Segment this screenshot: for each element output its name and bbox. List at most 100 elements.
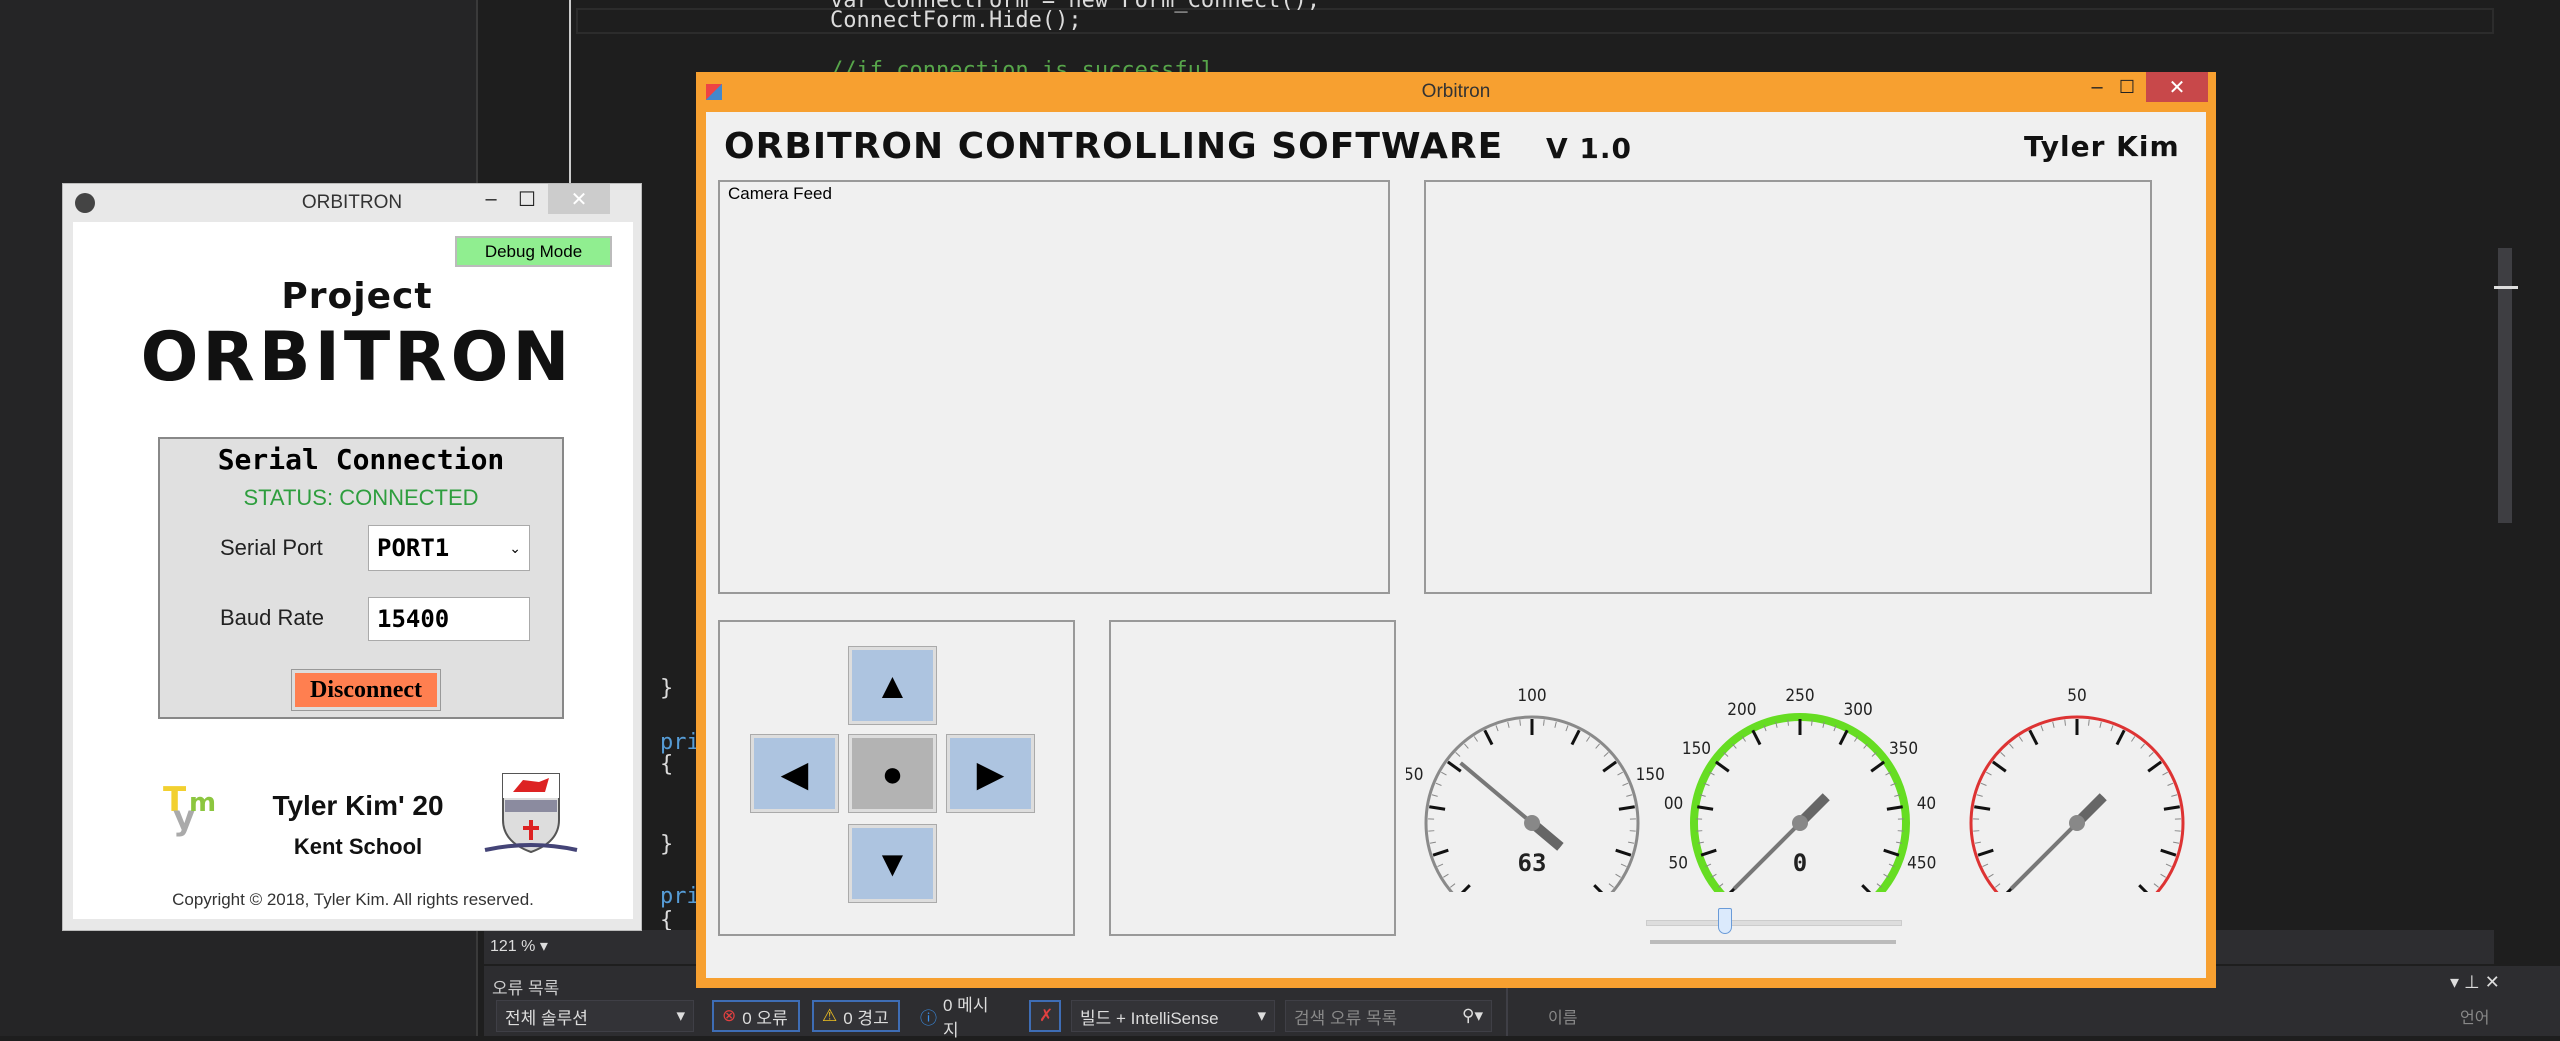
gauge-tick	[1555, 722, 1556, 728]
gauge-tick	[1628, 842, 1634, 843]
maximize-button[interactable]: ☐	[2112, 72, 2142, 102]
slider-thumb[interactable]	[1718, 908, 1732, 934]
gauge-tick	[1871, 762, 1884, 771]
gauge-tick	[1603, 762, 1616, 771]
maximize-button[interactable]: ☐	[509, 184, 545, 214]
error-icon: ⊗	[722, 1006, 736, 1026]
gauge-tick	[1594, 885, 1605, 892]
status-label: STATUS: CONNECTED	[160, 485, 562, 511]
connect-window: ORBITRON ‒ ☐ ✕ Debug Mode Project ORBITR…	[62, 183, 642, 931]
search-placeholder: 검색 오류 목록	[1294, 1004, 1397, 1029]
app-icon	[75, 193, 95, 213]
up-arrow-icon: ▲	[875, 665, 911, 707]
gauge-tick	[1697, 807, 1713, 810]
gauge-tick	[1978, 850, 1993, 855]
up-arrow-button[interactable]: ▲	[849, 647, 936, 724]
gauge-tick	[1464, 744, 1468, 749]
gauge-tick	[1621, 864, 1626, 867]
gauge-tick	[1995, 884, 2000, 888]
right-arrow-button[interactable]: ▶	[947, 735, 1034, 812]
gauge-tick	[1596, 744, 1600, 749]
scope-dropdown[interactable]: 전체 솔루션▾	[496, 1000, 694, 1032]
gauge-tick	[1884, 850, 1899, 855]
gauge-tick	[2154, 884, 2159, 888]
gauge-tick	[1586, 737, 1589, 742]
gauge-tick	[1436, 783, 1442, 785]
gauge-tick	[1716, 762, 1729, 771]
messages-count: 0 메시지	[943, 991, 1004, 1041]
gauge-tick	[1604, 752, 1608, 756]
minimize-button[interactable]: ‒	[473, 184, 509, 214]
build-filter-value: 빌드 + IntelliSense	[1080, 1004, 1219, 1029]
warnings-filter-button[interactable]: ⚠0 경고	[812, 1000, 900, 1032]
serial-port-select[interactable]: PORT1⌄	[368, 525, 530, 571]
errors-count: 0 오류	[742, 1004, 787, 1029]
minimize-button[interactable]: ‒	[2082, 72, 2112, 102]
debug-mode-button[interactable]: Debug Mode	[455, 236, 612, 267]
gauge-tick-label: 00	[1664, 794, 1683, 814]
group-title: Serial Connection	[160, 443, 562, 476]
gauge-tick-label: 100	[1517, 686, 1546, 706]
left-arrow-icon: ◀	[781, 753, 809, 795]
copyright-text: Copyright © 2018, Tyler Kim. All rights …	[73, 890, 633, 910]
gauge-tick	[1443, 874, 1448, 877]
camera-feed-panel: Camera Feed	[718, 180, 1390, 594]
stop-circle-icon: ●	[882, 753, 904, 795]
column-header-name[interactable]: 이름	[1548, 1004, 1577, 1028]
slider-track[interactable]	[1646, 920, 1902, 926]
window-title: ORBITRON	[302, 192, 402, 214]
gauge-power: 05000150200250300350404505000Power	[1664, 686, 1936, 892]
title-bar: ORBITRON ‒ ☐ ✕	[63, 184, 641, 221]
column-header-language[interactable]: 언어	[2460, 1004, 2489, 1028]
zoom-dropdown[interactable]: 121 % ▾	[490, 936, 548, 956]
search-error-input[interactable]: 검색 오류 목록 ⚲▾	[1285, 1000, 1492, 1032]
gauge-tick	[1975, 842, 1981, 843]
app-icon	[706, 84, 722, 100]
gauge-tick-label: 150	[1682, 739, 1711, 759]
baud-rate-label: Baud Rate	[220, 605, 324, 631]
gauge-tick-label: 50	[1406, 765, 1423, 785]
filter-icon[interactable]: ✗	[1029, 1000, 1061, 1032]
down-arrow-button[interactable]: ▼	[849, 825, 936, 902]
version-label: V 1.0	[1546, 132, 1632, 165]
code-fragment: }	[660, 676, 673, 701]
gauge-tick	[1983, 864, 1988, 867]
build-filter-dropdown[interactable]: 빌드 + IntelliSense ▾	[1071, 1000, 1275, 1032]
chevron-down-icon: ▾	[676, 1006, 685, 1026]
stop-button[interactable]: ●	[849, 735, 936, 812]
gauge-tick	[2161, 874, 2166, 877]
gauge-tick	[2030, 730, 2037, 744]
search-icon: ⚲▾	[1462, 1006, 1483, 1026]
messages-filter-button[interactable]: ⓘ0 메시지	[912, 1000, 1012, 1032]
serial-port-label: Serial Port	[220, 535, 323, 561]
display-panel	[1424, 180, 2152, 594]
gauge-tick	[1812, 720, 1813, 726]
gauge-tick	[1993, 762, 2006, 771]
gauge-tick	[2089, 720, 2090, 726]
left-arrow-button[interactable]: ◀	[751, 735, 838, 812]
chevron-down-icon: ▾	[1257, 1006, 1266, 1026]
orbitron-main-window: Orbitron ‒ ☐ ✕ ORBITRON CONTROLLING SOFT…	[696, 72, 2216, 988]
gauge-tick	[1981, 783, 1987, 785]
error-list-title: 오류 목록	[492, 974, 559, 999]
auxiliary-panel	[1109, 620, 1396, 936]
scrollbar-thumb[interactable]	[2498, 248, 2512, 523]
gauge-tick	[2149, 752, 2153, 756]
close-button[interactable]: ✕	[2146, 72, 2208, 102]
window-title: Orbitron	[1422, 81, 1491, 103]
gauge-tick	[1450, 884, 1455, 888]
pane-controls[interactable]: ▾ ⊥ ✕	[2450, 972, 2500, 993]
gauge-tick-label: 350	[1889, 739, 1918, 759]
baud-rate-input[interactable]: 15400	[368, 597, 530, 641]
errors-filter-button[interactable]: ⊗ 0 오류	[712, 1000, 800, 1032]
gauge-tick-label: 450	[1907, 854, 1936, 874]
disconnect-button[interactable]: Disconnect	[292, 670, 440, 710]
zoom-level: 121 %	[490, 938, 535, 955]
gauge-pivot	[2069, 815, 2085, 831]
gauge-tick	[1496, 725, 1498, 731]
close-button[interactable]: ✕	[548, 184, 610, 214]
gauge-readout: 63	[1518, 849, 1547, 877]
gauge-tick	[1438, 864, 1443, 867]
gauge-tick	[1432, 795, 1438, 797]
gauge-tick	[2164, 807, 2180, 810]
